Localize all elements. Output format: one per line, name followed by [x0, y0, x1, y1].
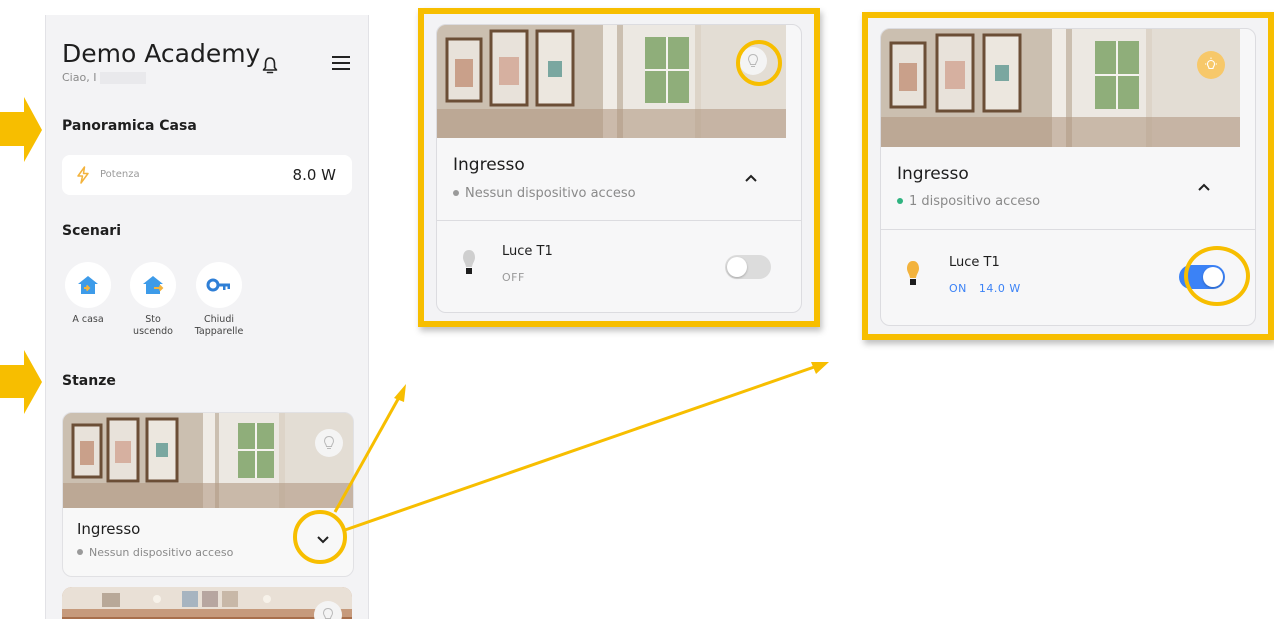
- greeting: Ciao, I: [62, 71, 147, 84]
- app-title: Demo Academy: [62, 39, 261, 68]
- device-state: ON 14.0 W: [949, 282, 1021, 295]
- bulb-off-icon: [463, 250, 475, 274]
- room-light-button[interactable]: [315, 429, 343, 457]
- room-status: 1 dispositivo acceso: [897, 194, 1040, 209]
- room-photo: [63, 413, 353, 508]
- scene-label: A casa: [72, 314, 104, 325]
- device-toggle[interactable]: [725, 255, 771, 279]
- room-card-ingresso[interactable]: Ingresso Nessun dispositivo acceso: [62, 412, 354, 577]
- lightning-icon: [77, 166, 89, 184]
- highlight-ring: [736, 40, 782, 86]
- power-label: Potenza: [100, 169, 140, 180]
- room-name: Ingresso: [897, 164, 969, 184]
- section-title-scenes: Scenari: [62, 223, 121, 239]
- scene-label: Sto uscendo: [133, 314, 173, 337]
- device-name: Luce T1: [502, 244, 553, 259]
- arrow-head-icon: [394, 384, 406, 402]
- room-photo: [881, 29, 1240, 147]
- power-card[interactable]: Potenza 8.0 W: [62, 155, 352, 195]
- scene-button[interactable]: [65, 262, 111, 308]
- room-status: Nessun dispositivo acceso: [453, 186, 636, 201]
- pointer-line: [344, 363, 821, 532]
- section-title-overview: Panoramica Casa: [62, 118, 197, 134]
- power-value: 8.0 W: [292, 166, 336, 184]
- room-status: Nessun dispositivo acceso: [77, 546, 233, 559]
- chevron-down-icon[interactable]: [315, 535, 331, 545]
- redacted-name: [100, 72, 147, 84]
- lightbulb-icon: [323, 435, 335, 449]
- key-icon: [206, 278, 230, 292]
- room-card-second[interactable]: [62, 587, 352, 619]
- arrow-right-icon: [0, 350, 42, 414]
- bulb-on-icon: [907, 261, 919, 285]
- zoom-panel-off: Ingresso Nessun dispositivo acceso Luce …: [418, 8, 820, 327]
- device-state: OFF: [502, 271, 525, 284]
- scene-a-casa[interactable]: A casa: [53, 262, 123, 326]
- room-light-button-on[interactable]: [1197, 51, 1225, 79]
- arrow-head-icon: [811, 362, 829, 374]
- status-dot: [77, 549, 83, 555]
- scene-button[interactable]: [196, 262, 242, 308]
- highlight-ring: [1184, 246, 1250, 306]
- lightbulb-icon: [322, 607, 334, 619]
- room-name: Ingresso: [77, 520, 141, 538]
- scene-sto-uscendo[interactable]: Sto uscendo: [118, 262, 188, 338]
- divider: [881, 229, 1255, 230]
- zoom-panel-on: Ingresso 1 dispositivo acceso Luce T1 ON…: [862, 12, 1274, 340]
- phone-screen: Demo Academy Ciao, I Panoramica Casa Pot…: [45, 15, 369, 619]
- status-dot: [453, 189, 459, 196]
- scene-chiudi-tapparelle[interactable]: Chiudi Tapparelle: [184, 262, 254, 338]
- home-leave-icon: [143, 276, 164, 294]
- divider: [437, 220, 801, 221]
- lightbulb-on-icon: [1205, 57, 1217, 70]
- home-arrive-icon: [78, 276, 98, 294]
- scene-label: Chiudi Tapparelle: [194, 314, 244, 337]
- status-dot: [897, 197, 903, 204]
- room-photo: [437, 25, 786, 138]
- section-title-rooms: Stanze: [62, 373, 116, 389]
- scene-button[interactable]: [130, 262, 176, 308]
- toggle-knob: [727, 257, 747, 277]
- chevron-up-icon[interactable]: [743, 173, 759, 183]
- menu-icon[interactable]: [330, 53, 352, 73]
- bell-icon[interactable]: [260, 55, 280, 75]
- room-name: Ingresso: [453, 155, 525, 175]
- chevron-up-icon[interactable]: [1196, 182, 1212, 192]
- room-photo: [62, 587, 352, 619]
- arrow-right-icon: [0, 97, 42, 162]
- device-name: Luce T1: [949, 255, 1000, 270]
